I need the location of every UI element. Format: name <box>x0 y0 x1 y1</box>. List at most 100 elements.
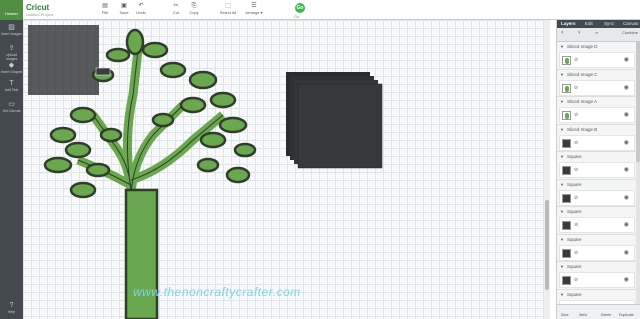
insert-shapes-button[interactable]: ◆ Insert Shapes <box>0 62 23 74</box>
panel-scrollbar[interactable] <box>636 42 640 304</box>
slice-button[interactable]: Slice <box>561 313 569 317</box>
layer-name: Square <box>566 181 582 187</box>
eye-icon[interactable]: ◉ <box>624 166 629 173</box>
add-text-button[interactable]: T Add Text <box>0 80 23 92</box>
undo-button[interactable]: ↶ Undo <box>131 3 151 15</box>
layer-row[interactable]: ⊘◉ <box>559 134 635 151</box>
layer-list: ▼ Sliced Image D ⊘ ◉ ▼ Sliced Image C ⊘ ◉ ▼ Slice… <box>557 42 637 304</box>
help-button[interactable]: ? Help <box>0 302 23 314</box>
eye-icon[interactable]: ◉ <box>624 276 629 283</box>
caret-down-icon[interactable]: ▼ <box>560 264 564 269</box>
layer-group[interactable]: ▼ Sliced Image A ⊘ ◉ <box>557 97 637 125</box>
copy-button[interactable]: ⎘ Copy <box>184 3 204 15</box>
layer-header[interactable]: ▼ Square <box>557 262 637 271</box>
cut-tool-icon[interactable]: ⊘ <box>574 167 578 173</box>
tab-layers[interactable]: Layers <box>561 21 576 26</box>
delete-button[interactable]: Delete <box>601 313 611 317</box>
layer-header[interactable]: ▼ Square <box>557 290 637 299</box>
selection-handle[interactable] <box>95 67 111 76</box>
panel-scrollbar-thumb[interactable] <box>636 42 640 162</box>
cut-tool-icon[interactable]: ⊘ <box>574 85 578 91</box>
cut-tool-icon[interactable]: ⊘ <box>574 277 578 283</box>
go-button[interactable]: Go <box>295 3 305 13</box>
menu-button[interactable]: Header <box>0 0 23 20</box>
layer-header[interactable]: ▼ Sliced Image B <box>557 125 637 134</box>
set-canvas-button[interactable]: ▭ Set Canvas <box>0 101 23 113</box>
weld-button[interactable]: Weld <box>579 313 587 317</box>
caret-down-icon[interactable]: ▼ <box>560 154 564 159</box>
panel-footer: Slice Weld Delete Duplicate <box>557 304 640 319</box>
upload-images-button[interactable]: ⇪ Upload Images <box>0 45 23 61</box>
cut-tool-icon[interactable]: ⊘ <box>574 195 578 201</box>
design-canvas[interactable]: − + www.thenoncraftycrafter.com <box>23 20 550 319</box>
cut-tool-icon[interactable]: ⊘ <box>574 57 578 63</box>
copy-icon: ⎘ <box>191 3 197 9</box>
layer-group[interactable]: ▼Square⊘◉ <box>557 180 637 207</box>
layer-header[interactable]: ▼ Square <box>557 180 637 189</box>
layer-row[interactable]: ⊘◉ <box>559 162 635 178</box>
ungroup-icon[interactable]: ◑ <box>577 30 581 36</box>
caret-down-icon[interactable]: ▼ <box>560 44 564 49</box>
cut-tool-icon[interactable]: ⊘ <box>574 222 578 228</box>
eye-icon[interactable]: ◉ <box>624 249 629 256</box>
caret-down-icon[interactable]: ▼ <box>560 209 564 214</box>
caret-down-icon[interactable]: ▼ <box>560 237 564 242</box>
layer-header[interactable]: ▼ Square <box>557 207 637 216</box>
layer-group[interactable]: ▼Square⊘◉ <box>557 262 637 290</box>
layer-row[interactable]: ⊘◉ <box>559 189 635 206</box>
duplicate-button[interactable]: Duplicate <box>619 313 634 317</box>
file-button[interactable]: ▤ File <box>95 3 115 15</box>
cut-tool-icon[interactable]: ⊘ <box>574 112 578 118</box>
caret-down-icon[interactable]: ▼ <box>560 99 564 104</box>
group-icon[interactable]: ◐ <box>561 30 565 36</box>
top-toolbar: Cricut Untitled Project ▤ File ▣ Save ↶ Und… <box>0 0 640 20</box>
layer-row[interactable]: ⊘◉ <box>559 79 635 96</box>
select-all-button[interactable]: ⬚ Select All <box>218 3 238 15</box>
square-stack[interactable] <box>286 72 383 169</box>
tab-canvas[interactable]: Canvas <box>623 21 638 26</box>
combine-button[interactable]: Combine <box>622 30 638 35</box>
scrollbar-thumb[interactable] <box>545 200 549 290</box>
layer-header[interactable]: ▼ Square <box>557 152 637 161</box>
cut-tool-icon[interactable]: ⊘ <box>574 140 578 146</box>
eye-icon[interactable]: ◉ <box>624 221 629 228</box>
layer-group[interactable]: ▼Square⊘◉ <box>557 290 637 304</box>
selected-square[interactable] <box>28 25 99 95</box>
layer-header[interactable]: ▼ Sliced Image D <box>557 42 637 51</box>
layer-group[interactable]: ▼ Sliced Image D ⊘ ◉ <box>557 42 637 70</box>
layer-name: Sliced Image A <box>566 99 597 104</box>
cut-tool-icon[interactable]: ⊘ <box>574 250 578 256</box>
canvas-scrollbar[interactable] <box>544 20 550 319</box>
image-icon: ▨ <box>8 24 15 31</box>
eye-icon[interactable]: ◉ <box>624 84 629 91</box>
layer-row[interactable]: ⊘◉ <box>559 52 635 68</box>
eye-icon[interactable]: ◉ <box>624 194 629 201</box>
caret-down-icon[interactable]: ▼ <box>560 182 564 187</box>
layer-header[interactable]: ▼ Sliced Image C <box>557 70 637 79</box>
eye-icon[interactable]: ◉ <box>624 111 629 118</box>
caret-down-icon[interactable]: ▼ <box>560 127 564 132</box>
layer-row[interactable]: ⊘◉ <box>559 217 635 233</box>
layer-header[interactable]: ▼ Sliced Image A <box>557 97 637 106</box>
insert-images-button[interactable]: ▨ Insert Images <box>0 24 23 36</box>
layer-group[interactable]: ▼ Sliced Image C ⊘ ◉ <box>557 70 637 97</box>
caret-down-icon[interactable]: ▼ <box>560 72 564 77</box>
select-all-icon: ⬚ <box>225 3 231 9</box>
cut-button[interactable]: ✂ Cut <box>166 3 186 15</box>
layer-name: Square <box>566 236 582 242</box>
layer-row[interactable]: ⊘◉ <box>559 107 635 123</box>
eye-icon[interactable]: ◉ <box>624 56 629 63</box>
arrange-button[interactable]: ☰ Arrange ▾ <box>242 3 266 15</box>
duplicate-icon[interactable]: ◒ <box>595 30 599 36</box>
layer-group[interactable]: ▼Square⊘◉ <box>557 152 637 180</box>
layer-row[interactable]: ⊘◉ <box>559 272 635 288</box>
layer-group[interactable]: ▼Square⊘◉ <box>557 207 637 235</box>
caret-down-icon[interactable]: ▼ <box>560 292 564 297</box>
tab-sync[interactable]: Sync <box>604 21 614 26</box>
layer-header[interactable]: ▼ Square <box>557 235 637 244</box>
eye-icon[interactable]: ◉ <box>624 139 629 146</box>
tab-edit[interactable]: Edit <box>585 21 593 26</box>
layer-row[interactable]: ⊘◉ <box>559 244 635 261</box>
layer-group[interactable]: ▼Square⊘◉ <box>557 235 637 262</box>
layer-group[interactable]: ▼ Sliced Image B ⊘ ◉ <box>557 125 637 152</box>
